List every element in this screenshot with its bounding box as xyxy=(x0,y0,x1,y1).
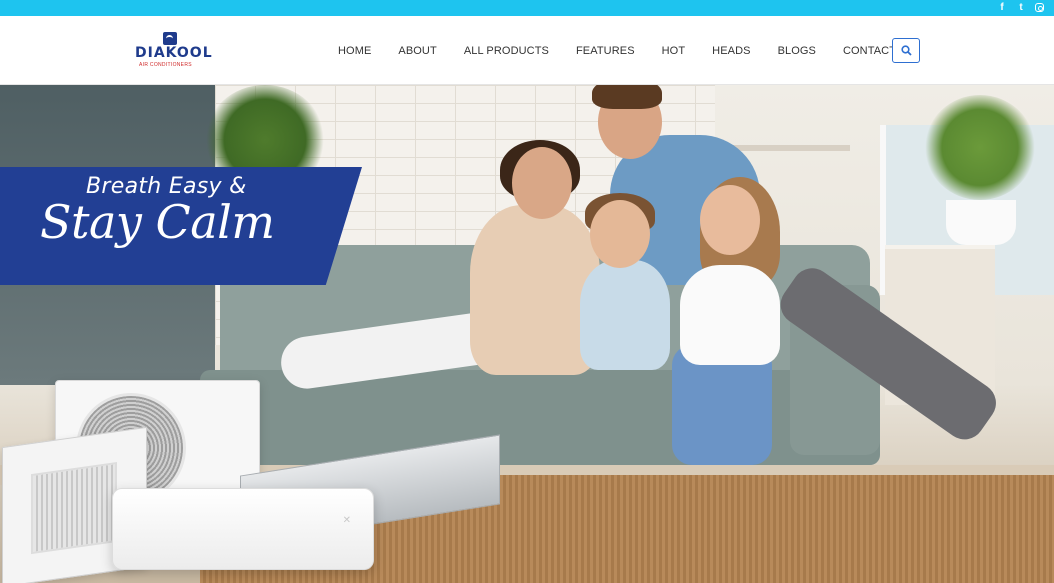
social-links: f t xyxy=(997,1,1044,15)
logo-brand: DIAKOOL xyxy=(135,45,213,61)
hero-girl-left-head xyxy=(590,200,650,268)
instagram-icon[interactable] xyxy=(1035,3,1044,12)
hero-plant-pot xyxy=(946,200,1016,245)
main-nav: HOME ABOUT ALL PRODUCTS FEATURES HOT HEA… xyxy=(338,16,941,85)
hero-girl-right-body xyxy=(680,265,780,365)
ac-split-logo-icon: ✕ xyxy=(342,515,351,526)
logo[interactable]: DIAKOOL AIR CONDITIONERS xyxy=(135,32,213,72)
nav-home[interactable]: HOME xyxy=(338,45,371,57)
site-header: DIAKOOL AIR CONDITIONERS HOME ABOUT ALL … xyxy=(0,16,1054,85)
logo-mark-icon xyxy=(163,32,177,45)
hero-mother-head xyxy=(512,147,572,219)
hero-plant-right xyxy=(925,95,1035,200)
nav-heads[interactable]: HEADS xyxy=(712,45,750,57)
search-button[interactable] xyxy=(892,38,920,63)
nav-hot[interactable]: HOT xyxy=(662,45,686,57)
top-bar: f t xyxy=(0,0,1054,16)
nav-features[interactable]: FEATURES xyxy=(576,45,635,57)
ac-split-unit: ✕ xyxy=(112,488,374,570)
twitter-icon[interactable]: t xyxy=(1016,1,1026,15)
hero-father-hair xyxy=(592,85,662,109)
facebook-icon[interactable]: f xyxy=(997,1,1007,15)
hero-headline-line2: Stay Calm xyxy=(40,195,275,249)
logo-tagline: AIR CONDITIONERS xyxy=(139,62,192,68)
nav-about[interactable]: ABOUT xyxy=(398,45,436,57)
ac-cassette-grill xyxy=(31,462,117,555)
hero-banner: Breath Easy & Stay Calm ✕ xyxy=(0,85,1054,583)
search-icon xyxy=(901,45,912,56)
nav-blogs[interactable]: BLOGS xyxy=(778,45,816,57)
hero-girl-left-body xyxy=(580,260,670,370)
hero-girl-right-head xyxy=(700,185,760,255)
nav-all-products[interactable]: ALL PRODUCTS xyxy=(464,45,549,57)
